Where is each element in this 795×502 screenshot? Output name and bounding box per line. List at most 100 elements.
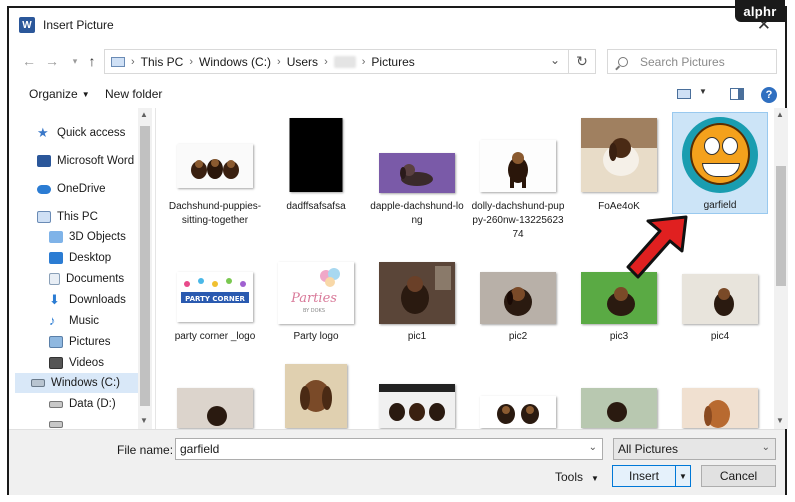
forward-arrow-icon[interactable]: →	[42, 51, 62, 71]
svg-text:Parties: Parties	[290, 291, 337, 306]
insert-dropdown-icon[interactable]: ▼	[676, 465, 691, 487]
sidebar-item-this-pc[interactable]: This PC	[37, 207, 98, 227]
svg-text:PARTY CORNER: PARTY CORNER	[185, 295, 245, 303]
file-thumbnail	[581, 388, 657, 428]
scroll-up-icon[interactable]: ▲	[776, 110, 784, 119]
view-dropdown-icon[interactable]: ▼	[699, 87, 707, 96]
file-thumbnail	[480, 140, 556, 192]
breadcrumb-users[interactable]: Users	[287, 55, 318, 69]
cloud-icon	[37, 184, 51, 194]
scroll-down-icon[interactable]: ▼	[776, 416, 784, 425]
videos-icon	[49, 357, 63, 369]
up-arrow-icon[interactable]: ↑	[82, 51, 102, 71]
breadcrumb-pictures[interactable]: Pictures	[371, 55, 414, 69]
file-thumbnail	[480, 272, 556, 324]
address-dropdown-icon[interactable]: ⌄	[550, 53, 560, 67]
word-icon: W	[19, 17, 35, 33]
file-thumbnail	[480, 396, 556, 428]
sidebar-scrollbar-thumb[interactable]	[140, 126, 150, 406]
sidebar-item-videos[interactable]: Videos	[49, 353, 104, 373]
new-folder-button[interactable]: New folder	[105, 87, 162, 101]
file-thumbnail	[177, 388, 253, 428]
file-tile[interactable]: dolly-dachshund-puppy-260nw-1322562374	[470, 108, 566, 248]
file-tile[interactable]: Dachshund-puppies-sitting-together	[167, 108, 263, 248]
breadcrumb-this-pc[interactable]: This PC	[141, 55, 184, 69]
preview-pane-icon[interactable]	[730, 88, 744, 100]
music-icon: ♪	[49, 313, 56, 328]
content-scrollbar-thumb[interactable]	[776, 166, 786, 286]
insert-button[interactable]: Insert	[612, 465, 676, 487]
help-icon[interactable]: ?	[761, 87, 777, 103]
sidebar-item-documents[interactable]: Documents	[49, 269, 124, 289]
sidebar-item-microsoft-word[interactable]: Microsoft Word	[37, 151, 134, 171]
insert-picture-dialog: W Insert Picture ✕ ← → ▾ ↑ › This PC › W…	[7, 6, 788, 495]
dialog-footer: File name: garfield ⌄ All Pictures ⌄ Too…	[9, 429, 785, 495]
file-tile[interactable]	[470, 368, 566, 429]
file-tile-selected[interactable]: garfield	[672, 112, 768, 214]
file-tile[interactable]: Parties BY DOKS Party logo	[268, 258, 364, 368]
file-name: Dachshund-puppies-sitting-together	[168, 201, 262, 226]
svg-text:BY DOKS: BY DOKS	[303, 308, 325, 314]
sidebar-item-desktop[interactable]: Desktop	[49, 248, 111, 268]
file-thumbnail	[177, 144, 253, 188]
this-pc-icon	[111, 56, 125, 67]
file-name: dadffsafsafsa	[286, 201, 346, 212]
file-name-input[interactable]: garfield ⌄	[175, 438, 603, 460]
sidebar-item-music[interactable]: ♪ Music	[49, 311, 99, 331]
file-name-value: garfield	[180, 442, 220, 456]
file-tile[interactable]	[167, 368, 263, 429]
file-name: pic4	[710, 331, 730, 342]
navigation-bar: ← → ▾ ↑ › This PC › Windows (C:) › Users…	[9, 44, 785, 78]
scroll-up-icon[interactable]: ▲	[140, 110, 148, 119]
tools-label: Tools	[555, 470, 584, 484]
file-type-value: All Pictures	[618, 442, 679, 456]
cancel-button[interactable]: Cancel	[701, 465, 776, 487]
file-tile[interactable]: dadffsafsafsa	[268, 108, 364, 248]
tools-button[interactable]: Tools ▼	[555, 470, 599, 484]
file-name: dolly-dachshund-puppy-260nw-1322562374	[471, 201, 565, 240]
file-thumbnail: Parties BY DOKS	[278, 262, 354, 324]
back-arrow-icon[interactable]: ←	[19, 51, 39, 71]
sidebar-item-quick-access[interactable]: ★ Quick access	[37, 123, 125, 143]
file-tile[interactable]	[369, 368, 465, 429]
sidebar-item-onedrive[interactable]: OneDrive	[37, 179, 106, 199]
refresh-icon[interactable]: ↻	[569, 49, 596, 74]
file-name: pic3	[609, 331, 629, 342]
sidebar-item-downloads[interactable]: ⬇ Downloads	[49, 290, 126, 310]
view-options-icon[interactable]	[677, 89, 691, 99]
file-tile[interactable]	[672, 368, 768, 429]
sidebar-item-3d-objects[interactable]: 3D Objects	[49, 227, 126, 247]
red-arrow-annotation	[626, 215, 688, 279]
navigation-pane: ★ Quick access Microsoft Word OneDrive T…	[13, 108, 156, 429]
file-tile[interactable]: dapple-dachshund-long	[369, 108, 465, 248]
file-name-label: File name:	[117, 443, 174, 457]
file-thumbnail	[289, 118, 343, 192]
search-input[interactable]: Search Pictures	[607, 49, 777, 74]
file-tile[interactable]: pic2	[470, 258, 566, 368]
sidebar-item-more[interactable]	[49, 414, 69, 429]
file-thumbnail	[379, 153, 455, 193]
chevron-down-icon[interactable]: ⌄	[589, 442, 597, 453]
file-type-select[interactable]: All Pictures ⌄	[613, 438, 776, 460]
scroll-down-icon[interactable]: ▼	[140, 416, 148, 425]
file-tile[interactable]: PARTY CORNER party corner _logo	[167, 258, 263, 368]
file-name: pic1	[407, 331, 427, 342]
file-tile[interactable]	[571, 368, 667, 429]
caret-down-icon: ▼	[591, 474, 599, 483]
breadcrumb-windows-c[interactable]: Windows (C:)	[199, 55, 271, 69]
organize-button[interactable]: Organize ▼	[29, 87, 90, 101]
drive-icon	[49, 420, 63, 428]
address-bar[interactable]: › This PC › Windows (C:) › Users › › Pic…	[104, 49, 569, 74]
file-thumbnail	[379, 262, 455, 324]
file-thumbnail	[682, 388, 758, 428]
title-bar: W Insert Picture	[9, 8, 785, 42]
chevron-down-icon: ⌄	[761, 442, 770, 453]
file-tile[interactable]: pic1	[369, 258, 465, 368]
file-name: dapple-dachshund-long	[370, 201, 464, 226]
search-placeholder: Search Pictures	[640, 54, 725, 69]
breadcrumb-user-redacted[interactable]	[333, 55, 356, 68]
sidebar-item-windows-c[interactable]: Windows (C:)	[15, 373, 145, 393]
file-tile[interactable]	[268, 364, 364, 429]
sidebar-item-data-d[interactable]: Data (D:)	[49, 394, 116, 414]
sidebar-item-pictures[interactable]: Pictures	[49, 332, 111, 352]
